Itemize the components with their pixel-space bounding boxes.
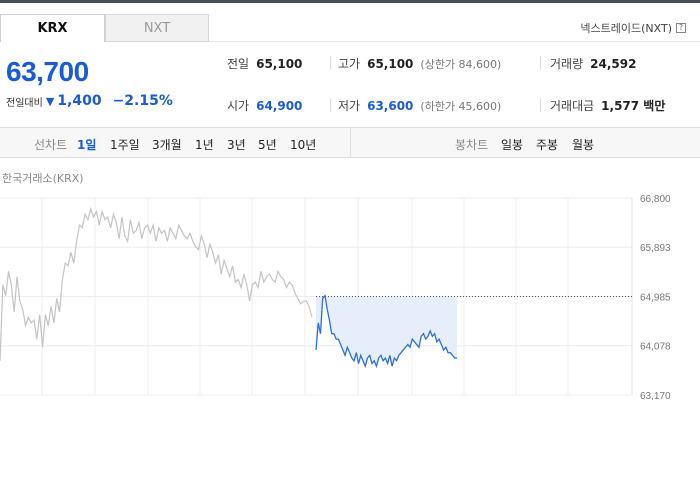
stat-amount: 거래대금 1,577 백만 [550, 97, 665, 114]
stat-prev-close: 전일 65,100 [227, 55, 302, 72]
period-3y[interactable]: 3년 [227, 136, 246, 153]
nxt-trade-label: 넥스트레이드(NXT) [580, 22, 672, 35]
stat-value: 65,100 [256, 57, 303, 71]
stat-label: 거래대금 [550, 99, 595, 113]
series-line-gray [0, 206, 313, 361]
period-10y[interactable]: 10년 [290, 136, 316, 153]
stat-value: 65,100 [367, 57, 414, 71]
candle-weekly[interactable]: 주봉 [536, 136, 558, 153]
stat-divider [330, 98, 331, 112]
change-amount: 1,400 [57, 93, 102, 109]
period-divider [350, 128, 351, 157]
nxt-trade-link[interactable]: 넥스트레이드(NXT) ? [580, 20, 686, 36]
tab-divider [209, 41, 700, 42]
intraday-chart[interactable]: 66,800 65,893 64,985 64,078 63,170 [0, 180, 700, 400]
period-1d[interactable]: 1일 [77, 136, 96, 153]
series-area-fill [316, 295, 457, 367]
stat-label: 고가 [338, 57, 361, 71]
y-tick-label: 66,800 [640, 194, 671, 205]
y-tick-label: 64,985 [640, 293, 671, 304]
change-label: 전일대비 [6, 97, 43, 109]
help-icon[interactable]: ? [676, 23, 686, 33]
stat-sub: (상한가 84,600) [420, 58, 502, 71]
stat-open: 시가 64,900 [227, 97, 302, 114]
candle-monthly[interactable]: 월봉 [572, 136, 594, 153]
stat-label: 전일 [227, 57, 250, 71]
y-tick-label: 64,078 [640, 342, 671, 353]
period-3m[interactable]: 3개월 [152, 136, 182, 153]
stat-label: 시가 [227, 99, 250, 113]
stat-value: 1,577 백만 [601, 99, 666, 113]
stat-label: 저가 [338, 99, 361, 113]
y-tick-label: 63,170 [640, 391, 671, 400]
y-tick-label: 65,893 [640, 243, 671, 254]
stat-value: 63,600 [367, 99, 414, 113]
period-5y[interactable]: 5년 [258, 136, 277, 153]
stat-low: 저가 63,600 (하한가 45,600) [338, 97, 501, 114]
tab-krx[interactable]: KRX [0, 14, 105, 42]
stat-high: 고가 65,100 (상한가 84,600) [338, 55, 501, 72]
line-chart-label: 선차트 [34, 138, 68, 152]
candle-chart-label: 봉차트 [455, 138, 489, 152]
stat-label: 거래량 [550, 57, 584, 71]
chart-period-bar: 선차트 1일 1주일 3개월 1년 3년 5년 10년 봉차트 일봉 주봉 월봉 [0, 127, 700, 158]
current-price: 63,700 [6, 56, 89, 87]
candle-daily[interactable]: 일봉 [501, 136, 523, 153]
triangle-down-icon: ▼ [45, 94, 55, 108]
tab-nxt[interactable]: NXT [105, 14, 209, 42]
top-border [0, 0, 700, 3]
stat-volume: 거래량 24,592 [550, 55, 636, 72]
stat-divider [540, 98, 541, 112]
period-1w[interactable]: 1주일 [110, 136, 140, 153]
change-percent: −2.15% [112, 93, 173, 109]
stat-value: 64,900 [256, 99, 303, 113]
stat-value: 24,592 [590, 57, 637, 71]
price-change: 전일대비 ▼ 1,400 −2.15% [6, 93, 173, 109]
stat-divider [330, 56, 331, 70]
stat-sub: (하한가 45,600) [420, 100, 502, 113]
period-1y[interactable]: 1년 [195, 136, 214, 153]
stat-divider [540, 56, 541, 70]
